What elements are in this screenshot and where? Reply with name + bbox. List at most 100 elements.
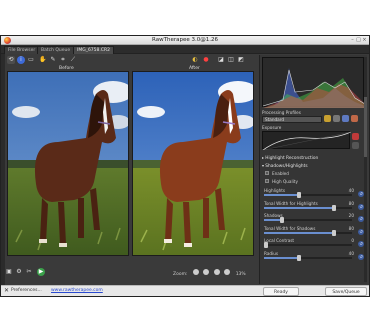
app-window: RawTherapee 3.0@1.26 – □ × File Browser … bbox=[0, 35, 370, 297]
slider-value[interactable]: 40 bbox=[349, 251, 354, 256]
slider-row: Tonal Width for Highlights 80 ↺ bbox=[262, 201, 366, 213]
shadows-highlights-title: Shadows/Highlights bbox=[265, 164, 308, 169]
slider-fill bbox=[264, 256, 300, 259]
slider-track[interactable] bbox=[264, 254, 352, 261]
slider-label: Tonal Width for Shadows bbox=[264, 225, 316, 231]
after-image[interactable] bbox=[132, 71, 254, 256]
slider-label: Radius bbox=[264, 250, 279, 256]
histogram bbox=[262, 57, 366, 108]
slider-handle[interactable] bbox=[264, 242, 268, 248]
slider-handle[interactable] bbox=[297, 192, 302, 198]
slider-row: Radius 40 ↺ bbox=[262, 251, 366, 263]
before-after-icon[interactable]: ▭ bbox=[27, 56, 35, 64]
process-icon[interactable]: ▶ bbox=[37, 268, 45, 276]
tab-bar: File Browser Batch Queue IMG_6758.CR2 bbox=[1, 45, 369, 54]
curve-reset-icon[interactable] bbox=[352, 133, 359, 140]
close-icon[interactable]: × bbox=[362, 38, 367, 43]
save-image-icon[interactable]: ▣ bbox=[5, 268, 13, 276]
website-link[interactable]: www.rawtherapee.com bbox=[51, 288, 103, 293]
slider-value[interactable]: 40 bbox=[349, 188, 354, 193]
tool-panel: Processing Profiles Standard Exposure ▸ … bbox=[259, 55, 367, 284]
slider-track[interactable] bbox=[264, 229, 352, 236]
tool-panel-scrollbar[interactable] bbox=[364, 57, 367, 282]
slider-value[interactable]: 80 bbox=[349, 226, 354, 231]
shadows-highlights-section[interactable]: ▾ Shadows/Highlights bbox=[262, 162, 366, 169]
curve-save-icon[interactable] bbox=[352, 142, 359, 149]
straighten-tool-icon[interactable]: ⟋ bbox=[69, 56, 77, 64]
highlight-reconstruction-title: Highlight Reconstruction bbox=[265, 156, 319, 161]
slider-handle[interactable] bbox=[332, 229, 337, 236]
profile-select[interactable]: Standard bbox=[262, 116, 322, 123]
tools-icon[interactable]: ✕ bbox=[4, 287, 9, 294]
crop-tool-icon[interactable]: ⌗ bbox=[59, 56, 67, 64]
high-quality-label: High Quality bbox=[272, 179, 298, 184]
slider-fill bbox=[264, 194, 300, 196]
slider-fill bbox=[264, 206, 335, 209]
save-profile-icon[interactable] bbox=[333, 115, 340, 122]
history-icon[interactable]: ⟲ bbox=[7, 56, 15, 64]
zoom-out-icon[interactable] bbox=[192, 269, 199, 275]
left-panel-handle[interactable] bbox=[1, 54, 5, 294]
tone-curve-graph bbox=[262, 131, 352, 151]
save-queue-button[interactable]: Save/Queue bbox=[325, 287, 367, 296]
channel-g-icon[interactable]: ◫ bbox=[227, 56, 235, 64]
shadow-clipping-icon[interactable]: ● bbox=[202, 56, 210, 64]
slider-fill bbox=[264, 219, 282, 221]
window-title: RawTherapee 3.0@1.26 bbox=[152, 37, 218, 43]
channel-b-icon[interactable]: ◩ bbox=[237, 56, 245, 64]
paste-profile-icon[interactable] bbox=[351, 115, 358, 122]
preferences-link[interactable]: Preferences... bbox=[11, 288, 42, 293]
scrollbar-thumb[interactable] bbox=[364, 97, 367, 157]
slider-value[interactable]: 20 bbox=[349, 213, 354, 218]
highlight-reconstruction-section[interactable]: ▸ Highlight Reconstruction bbox=[262, 154, 366, 161]
zoom-label: Zoom: bbox=[173, 272, 188, 277]
horse-photo-before bbox=[8, 72, 128, 255]
before-image[interactable] bbox=[7, 71, 129, 256]
slider-label: Highlights bbox=[264, 188, 286, 193]
slider-track[interactable] bbox=[264, 192, 352, 198]
slider-track[interactable] bbox=[264, 204, 352, 211]
high-quality-checkbox[interactable] bbox=[265, 179, 269, 183]
tab-batch-queue[interactable]: Batch Queue bbox=[37, 46, 75, 54]
tab-file-browser[interactable]: File Browser bbox=[4, 46, 40, 54]
profiles-title: Processing Profiles bbox=[262, 110, 301, 115]
slider-track[interactable] bbox=[264, 242, 352, 248]
slider-track[interactable] bbox=[264, 217, 352, 223]
highlight-clipping-icon[interactable]: ◐ bbox=[191, 56, 199, 64]
slider-row: Highlights 40 ↺ bbox=[262, 188, 366, 200]
slider-handle[interactable] bbox=[297, 254, 302, 261]
tone-curve[interactable] bbox=[262, 131, 352, 151]
send-to-editor-icon[interactable]: ✂ bbox=[25, 268, 33, 276]
editor-toolbar: ⟲ i ▭ ✋ ✎ ⌗ ⟋ ◐ ● ◪ ◫ ◩ bbox=[5, 55, 257, 65]
exposure-section-title: Exposure bbox=[262, 125, 282, 130]
ready-button[interactable]: Ready bbox=[263, 287, 299, 296]
zoom-in-icon[interactable] bbox=[203, 269, 210, 275]
hand-tool-icon[interactable]: ✋ bbox=[39, 56, 47, 64]
channel-r-icon[interactable]: ◪ bbox=[217, 56, 225, 64]
slider-row: Shadows 20 ↺ bbox=[262, 213, 366, 225]
slider-handle[interactable] bbox=[332, 204, 337, 211]
minimize-icon[interactable]: – bbox=[350, 38, 355, 43]
zoom-100-icon[interactable] bbox=[213, 269, 220, 275]
slider-row: Local Contrast 0 ↺ bbox=[262, 238, 366, 250]
zoom-controls: Zoom: 13% bbox=[173, 269, 246, 277]
copy-profile-icon[interactable] bbox=[342, 115, 349, 122]
tab-editor-image[interactable]: IMG_6758.CR2 bbox=[73, 46, 114, 54]
slider-fill bbox=[264, 231, 335, 234]
slider-row: Tonal Width for Shadows 80 ↺ bbox=[262, 226, 366, 238]
slider-value[interactable]: 0 bbox=[351, 238, 354, 243]
zoom-fit-icon[interactable] bbox=[224, 269, 231, 275]
folder-icon[interactable] bbox=[324, 115, 331, 122]
slider-value[interactable]: 80 bbox=[349, 201, 354, 206]
white-balance-picker-icon[interactable]: ✎ bbox=[49, 56, 57, 64]
maximize-icon[interactable]: □ bbox=[356, 38, 361, 43]
slider-handle[interactable] bbox=[279, 217, 284, 223]
enabled-checkbox[interactable] bbox=[265, 171, 269, 175]
horse-photo-after bbox=[133, 72, 253, 255]
queue-icon[interactable]: ⚙ bbox=[15, 268, 23, 276]
status-bar: ✕ Preferences... www.rawtherapee.com Rea… bbox=[1, 285, 369, 296]
info-icon[interactable]: i bbox=[17, 56, 25, 64]
histogram-graph bbox=[262, 68, 366, 108]
slider-label: Local Contrast bbox=[264, 238, 295, 243]
zoom-value: 13% bbox=[235, 272, 246, 277]
